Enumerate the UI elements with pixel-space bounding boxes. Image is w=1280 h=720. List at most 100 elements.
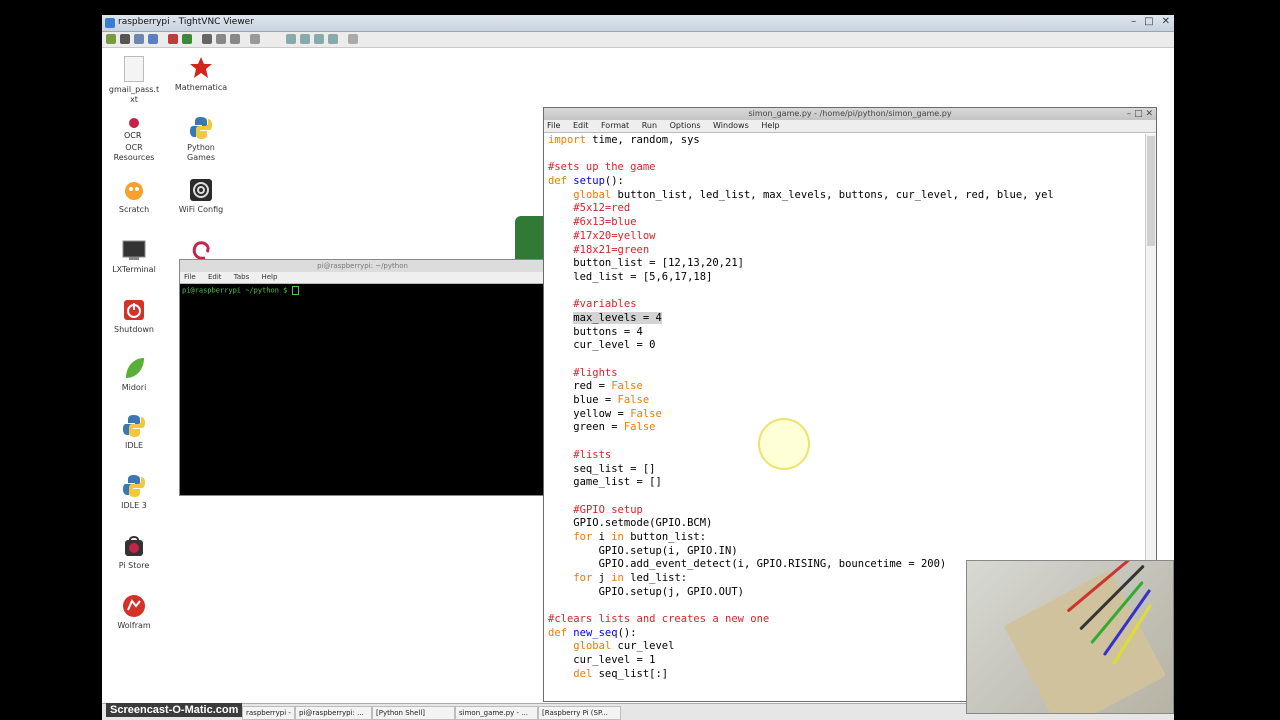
code-line[interactable]: led_list = [5,6,17,18] (548, 271, 1144, 285)
desktop-icon-idle[interactable]: IDLE (102, 414, 170, 451)
code-token: cur_level = 1 (548, 654, 656, 667)
editor-menu-help[interactable]: Help (761, 121, 779, 130)
save-icon[interactable] (120, 34, 130, 44)
code-line[interactable]: GPIO.setmode(GPIO.BCM) (548, 517, 1144, 531)
editor-title: simon_game.py - /home/pi/python/simon_ga… (748, 109, 952, 118)
fullscreen-icon[interactable] (250, 34, 260, 44)
editor-menu-edit[interactable]: Edit (573, 121, 589, 130)
desktop-icon-gmail-pass[interactable]: gmail_pass.t xt (102, 56, 170, 105)
code-token: buttons = 4 (548, 325, 643, 338)
code-line[interactable]: #GPIO setup (548, 504, 1144, 518)
code-line[interactable] (548, 435, 1144, 449)
code-line[interactable]: GPIO.setup(i, GPIO.IN) (548, 545, 1144, 559)
code-line[interactable]: game_list = [] (548, 476, 1144, 490)
code-line[interactable] (548, 490, 1144, 504)
terminal-menu-edit[interactable]: Edit (208, 273, 222, 281)
zoom-fit-icon[interactable] (328, 34, 338, 44)
new-connection-icon[interactable] (106, 34, 116, 44)
alt-key-icon[interactable] (230, 34, 240, 44)
terminal-prompt[interactable]: pi@raspberrypi ~/python $ (180, 284, 545, 297)
info-icon[interactable] (148, 34, 158, 44)
code-line[interactable]: #6x13=blue (548, 216, 1144, 230)
taskbar-item-vnc[interactable]: raspberrypi - ... (242, 706, 295, 720)
desktop-icon-mathematica[interactable]: Mathematica (165, 56, 237, 93)
code-line[interactable]: buttons = 4 (548, 326, 1144, 340)
ocr-icon: OCR (122, 116, 146, 140)
zoom-100-icon[interactable] (314, 34, 324, 44)
pause-icon[interactable] (168, 34, 178, 44)
desktop-icon-lxterminal[interactable]: LXTerminal (102, 238, 170, 275)
terminal-window[interactable]: pi@raspberrypi: ~/python File Edit Tabs … (179, 259, 546, 496)
code-token: led_list: (623, 572, 688, 584)
desktop-icon-idle3[interactable]: IDLE 3 (102, 474, 170, 511)
terminal-menu-help[interactable]: Help (261, 273, 277, 281)
code-line[interactable]: import time, random, sys (548, 134, 1144, 148)
refresh-icon[interactable] (182, 34, 192, 44)
code-token: #GPIO setup (573, 503, 643, 516)
taskbar-item-python-shell[interactable]: [Python Shell] (372, 706, 455, 720)
desktop-icon-python-games[interactable]: Python Games (165, 116, 237, 163)
taskbar-item-simon-game[interactable]: simon_game.py - ... (455, 706, 538, 720)
zoom-in-icon[interactable] (286, 34, 296, 44)
code-token: False (623, 421, 656, 434)
ctrl-key-icon[interactable] (216, 34, 226, 44)
code-line[interactable]: #lists (548, 449, 1144, 463)
code-line[interactable]: yellow = False (548, 408, 1144, 422)
code-line[interactable]: #lights (548, 367, 1144, 381)
taskbar-item-terminal[interactable]: pi@raspberrypi: ... (295, 706, 372, 720)
code-line[interactable]: button_list = [12,13,20,21] (548, 257, 1144, 271)
terminal-menu-file[interactable]: File (184, 273, 196, 281)
desktop-icon-scratch[interactable]: Scratch (102, 178, 170, 215)
editor-title-bar: simon_game.py - /home/pi/python/simon_ga… (544, 108, 1156, 120)
editor-window-controls[interactable]: – □ ✕ (1127, 108, 1153, 120)
maximize-icon[interactable]: □ (1144, 16, 1153, 27)
editor-menu-file[interactable]: File (547, 121, 560, 130)
code-line[interactable]: global button_list, led_list, max_levels… (548, 189, 1144, 203)
code-line[interactable]: seq_list = [] (548, 463, 1144, 477)
midori-icon (122, 356, 146, 380)
desktop-icon-wolfram[interactable]: Wolfram (102, 594, 170, 631)
code-line[interactable]: red = False (548, 380, 1144, 394)
ctrl-alt-del-icon[interactable] (202, 34, 212, 44)
code-line[interactable]: for i in button_list: (548, 531, 1144, 545)
scrollbar-thumb[interactable] (1147, 136, 1155, 246)
editor-menu-windows[interactable]: Windows (713, 121, 749, 130)
terminal-menu-tabs[interactable]: Tabs (234, 273, 250, 281)
code-line[interactable]: blue = False (548, 394, 1144, 408)
code-line[interactable]: max_levels = 4 (548, 311, 1144, 326)
code-line[interactable] (548, 285, 1144, 299)
code-token: new_seq (573, 626, 618, 639)
desktop-icon-midori[interactable]: Midori (102, 356, 170, 393)
zoom-out-icon[interactable] (300, 34, 310, 44)
desktop-icon-wifi-config[interactable]: WiFi Config (165, 178, 237, 215)
desktop-icon-shutdown[interactable]: Shutdown (102, 298, 170, 335)
editor-menu-format[interactable]: Format (601, 121, 629, 130)
fullscreen-toggle-icon[interactable] (348, 34, 358, 44)
close-icon[interactable]: ✕ (1162, 16, 1170, 27)
options-icon[interactable] (134, 34, 144, 44)
minimize-icon[interactable]: – (1131, 16, 1136, 27)
code-line[interactable]: green = False (548, 421, 1144, 435)
code-line[interactable]: cur_level = 0 (548, 339, 1144, 353)
taskbar-item-raspberry-pi[interactable]: [Raspberry Pi (SP... (538, 706, 621, 720)
editor-menu-run[interactable]: Run (642, 121, 657, 130)
code-line[interactable]: #17x20=yellow (548, 230, 1144, 244)
code-token: button_list = [12,13,20,21] (548, 257, 744, 270)
desktop-icon-pi-store[interactable]: Pi Store (102, 534, 170, 571)
editor-menu-options[interactable]: Options (670, 121, 701, 130)
code-line[interactable]: def setup(): (548, 175, 1144, 189)
scratch-icon (122, 178, 146, 202)
wifi-icon (189, 178, 213, 202)
code-line[interactable]: #18x21=green (548, 244, 1144, 258)
code-line[interactable]: #5x12=red (548, 202, 1144, 216)
code-line[interactable]: #sets up the game (548, 161, 1144, 175)
code-line[interactable] (548, 353, 1144, 367)
code-line[interactable]: #variables (548, 298, 1144, 312)
desktop-icon-ocr-resources[interactable]: OCR OCR Resources (102, 116, 170, 163)
code-line[interactable] (548, 148, 1144, 162)
code-token: i (592, 530, 612, 543)
pistore-icon (122, 534, 146, 558)
